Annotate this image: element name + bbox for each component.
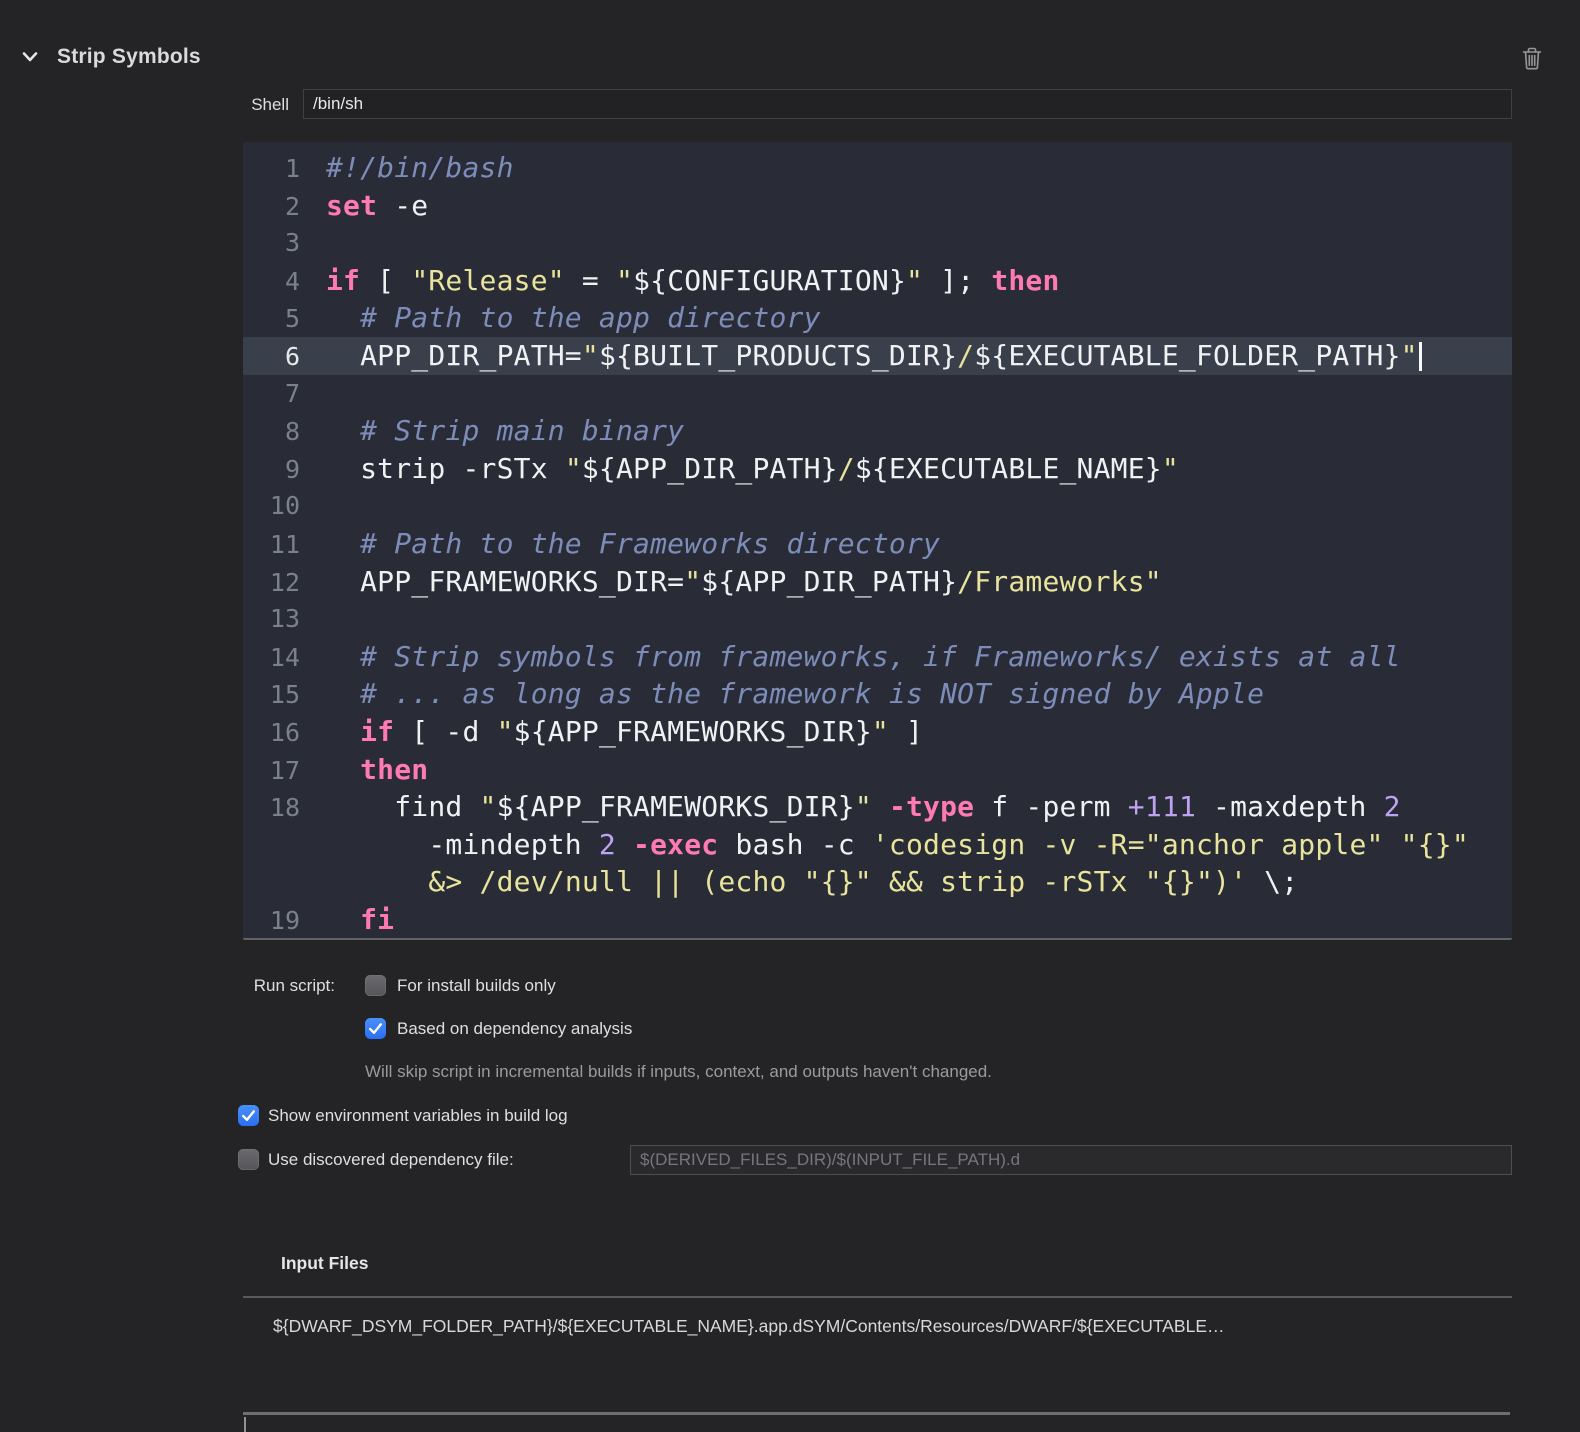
line-number: 1 xyxy=(284,154,300,183)
code-line[interactable]: 8 # Strip main binary xyxy=(243,412,1512,450)
code-line[interactable]: 6 APP_DIR_PATH="${BUILT_PRODUCTS_DIR}/${… xyxy=(243,336,1512,375)
line-number: 11 xyxy=(269,529,300,559)
code-line[interactable]: 17 then xyxy=(243,751,1512,789)
phase-title: Strip Symbols xyxy=(57,45,201,68)
trash-icon[interactable] xyxy=(1519,45,1545,72)
code-line[interactable]: 5 # Path to the app directory xyxy=(243,299,1512,337)
code-text: # Strip symbols from frameworks, if Fram… xyxy=(326,639,1401,673)
code-line[interactable]: 2 set -e xyxy=(243,187,1512,225)
show-env-vars-label: Show environment variables in build log xyxy=(268,1106,568,1125)
code-line[interactable]: 4 if [ "Release" = "${CONFIGURATION}" ]; … xyxy=(243,262,1512,300)
dependency-analysis-note: Will skip script in incremental builds i… xyxy=(365,1062,992,1081)
chevron-down-icon[interactable] xyxy=(21,49,39,65)
code-text: APP_DIR_PATH="${BUILT_PRODUCTS_DIR}/${EX… xyxy=(300,337,1422,375)
code-line[interactable]: 7 xyxy=(243,375,1512,413)
script-editor[interactable]: 1 #!/bin/bash 2 set -e 3 4 if [ "Release" = "$… xyxy=(243,142,1512,940)
discovered-dependency-label: Use discovered dependency file: xyxy=(268,1150,514,1169)
line-number: 15 xyxy=(269,680,300,710)
line-number: 18 xyxy=(269,793,300,823)
code-text: &> /dev/null || (echo "{}" && strip -rST… xyxy=(428,865,1299,899)
shell-label: Shell xyxy=(251,95,289,114)
run-script-label: Run script: xyxy=(253,976,335,995)
line-number: 5 xyxy=(284,304,300,334)
line-number: 8 xyxy=(284,417,300,447)
code-text: # Path to the app directory xyxy=(326,301,821,335)
code-line[interactable]: 3 xyxy=(243,224,1512,262)
line-number: 2 xyxy=(284,191,300,221)
code-line[interactable]: 13 xyxy=(243,600,1512,638)
input-files-title: Input Files xyxy=(281,1253,369,1273)
code-text: fi xyxy=(360,902,395,936)
code-line[interactable]: 16 if [ -d "${APP_FRAMEWORKS_DIR}" ] xyxy=(243,713,1512,751)
code-line[interactable]: -mindepth 2 -exec bash -c 'codesign -v -… xyxy=(243,826,1512,864)
code-line[interactable]: 14 # Strip symbols from frameworks, if F… xyxy=(243,638,1512,676)
line-number: 6 xyxy=(284,341,300,371)
discovered-dependency-checkbox[interactable] xyxy=(238,1149,259,1170)
code-text: # Path to the Frameworks directory xyxy=(326,526,941,560)
line-number: 4 xyxy=(284,266,300,296)
code-line[interactable]: 19 fi xyxy=(243,901,1512,938)
code-line[interactable]: 1 #!/bin/bash xyxy=(243,149,1512,187)
line-number: 3 xyxy=(284,228,300,258)
edit-cursor xyxy=(244,1417,246,1432)
code-line[interactable]: 11 # Path to the Frameworks directory xyxy=(243,525,1512,563)
code-text: find "${APP_FRAMEWORKS_DIR}" -type f -pe… xyxy=(326,790,1401,824)
code-text: -mindepth 2 -exec bash -c 'codesign -v -… xyxy=(326,827,1469,861)
line-number: 14 xyxy=(269,642,300,672)
code-text: # ... as long as the framework is NOT si… xyxy=(326,677,1265,711)
install-builds-only-label: For install builds only xyxy=(397,976,556,995)
dependency-analysis-checkbox[interactable] xyxy=(365,1018,386,1039)
code-text: #!/bin/bash xyxy=(326,151,514,184)
line-number: 7 xyxy=(284,378,300,408)
code-text: set -e xyxy=(326,188,429,222)
line-number: 16 xyxy=(269,717,300,747)
code-line[interactable]: 12 APP_FRAMEWORKS_DIR="${APP_DIR_PATH}/F… xyxy=(243,563,1512,601)
input-files-list[interactable]: ${DWARF_DSYM_FOLDER_PATH}/${EXECUTABLE_N… xyxy=(243,1298,1512,1412)
text-cursor xyxy=(1418,341,1422,371)
code-text: then xyxy=(360,752,429,786)
code-line[interactable]: 15 # ... as long as the framework is NOT… xyxy=(243,675,1512,713)
line-number: 10 xyxy=(269,491,300,521)
phase-header: Strip Symbols xyxy=(0,22,1580,70)
code-text: APP_FRAMEWORKS_DIR="${APP_DIR_PATH}/Fram… xyxy=(326,564,1162,598)
input-file-path: ${DWARF_DSYM_FOLDER_PATH}/${EXECUTABLE_N… xyxy=(273,1316,1225,1336)
line-number: 13 xyxy=(269,604,300,634)
line-number: 9 xyxy=(284,454,300,484)
line-number: 12 xyxy=(269,567,300,597)
code-line[interactable]: 9 strip -rSTx "${APP_DIR_PATH}/${EXECUTA… xyxy=(243,450,1512,488)
input-files-bottom-divider xyxy=(243,1412,1510,1415)
dependency-analysis-label: Based on dependency analysis xyxy=(397,1019,633,1038)
discovered-dependency-file-input[interactable] xyxy=(630,1145,1512,1175)
code-line[interactable]: &> /dev/null || (echo "{}" && strip -rST… xyxy=(243,863,1512,901)
show-env-vars-checkbox[interactable] xyxy=(238,1105,259,1126)
shell-input[interactable] xyxy=(303,89,1512,119)
code-text: if [ -d "${APP_FRAMEWORKS_DIR}" ] xyxy=(360,714,924,748)
code-line[interactable]: 10 xyxy=(243,487,1512,525)
code-text: if [ "Release" = "${CONFIGURATION}" ]; t… xyxy=(326,263,1060,297)
code-line[interactable]: 18 find "${APP_FRAMEWORKS_DIR}" -type f … xyxy=(243,788,1512,826)
install-builds-only-checkbox[interactable] xyxy=(365,975,386,996)
code-text: # Strip main binary xyxy=(326,414,685,448)
code-text: strip -rSTx "${APP_DIR_PATH}/${EXECUTABL… xyxy=(326,451,1179,485)
line-number: 17 xyxy=(269,755,300,785)
line-number: 19 xyxy=(269,905,300,935)
